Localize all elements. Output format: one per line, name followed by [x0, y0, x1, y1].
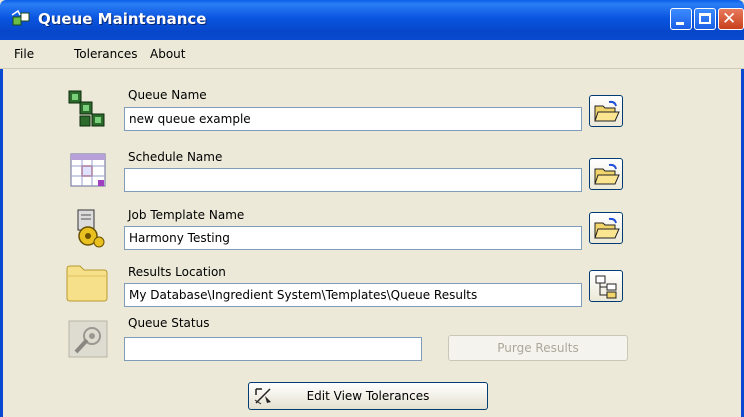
results-tree-browse-button[interactable]	[589, 270, 623, 302]
edit-view-tolerances-label: Edit View Tolerances	[306, 389, 430, 403]
queue-browse-button[interactable]	[589, 95, 623, 127]
results-location-input[interactable]: My Database\Ingredient System\Templates\…	[124, 283, 582, 307]
job-template-browse-button[interactable]	[589, 212, 623, 244]
title-bar[interactable]: Queue Maintenance ✕	[0, 0, 744, 40]
close-button[interactable]: ✕	[718, 8, 744, 30]
menu-about[interactable]: About	[150, 47, 185, 61]
schedule-name-label: Schedule Name	[128, 150, 223, 164]
schedule-name-input[interactable]	[124, 168, 582, 192]
gear-document-icon	[77, 209, 105, 248]
job-template-name-label: Job Template Name	[128, 208, 245, 222]
queue-status-label: Queue Status	[128, 316, 210, 330]
folder-icon	[66, 265, 108, 302]
menu-file[interactable]: File	[14, 47, 34, 61]
minimize-icon	[676, 22, 684, 25]
queue-status-input	[124, 337, 422, 361]
maximize-button[interactable]	[694, 8, 716, 30]
queue-app-icon	[11, 9, 30, 26]
schedule-browse-button[interactable]	[589, 158, 623, 190]
maximize-icon	[699, 13, 711, 24]
results-location-label: Results Location	[128, 265, 226, 279]
gray-status-icon	[68, 320, 108, 358]
open-folder-icon	[594, 100, 620, 122]
open-folder-icon	[594, 163, 620, 185]
calendar-icon	[70, 153, 106, 187]
queue-name-label: Queue Name	[128, 88, 207, 102]
menu-tolerances[interactable]: Tolerances	[74, 47, 137, 61]
queue-blocks-icon	[68, 90, 105, 127]
job-template-name-input[interactable]: Harmony Testing	[124, 226, 582, 250]
tree-browse-icon	[595, 275, 617, 299]
menu-bar: File Tolerances About	[0, 40, 744, 69]
queue-maintenance-window: Queue Maintenance ✕ File Tolerances Abou…	[0, 0, 744, 417]
queue-name-input[interactable]: new queue example	[124, 107, 582, 131]
minimize-button[interactable]	[670, 8, 692, 30]
open-folder-icon	[594, 217, 620, 239]
window-title: Queue Maintenance	[38, 10, 207, 28]
close-icon: ✕	[722, 9, 737, 29]
edit-view-tolerances-button[interactable]: Edit View Tolerances	[248, 382, 488, 410]
purge-results-button[interactable]: Purge Results	[448, 335, 628, 361]
window-frame-left	[0, 40, 3, 417]
